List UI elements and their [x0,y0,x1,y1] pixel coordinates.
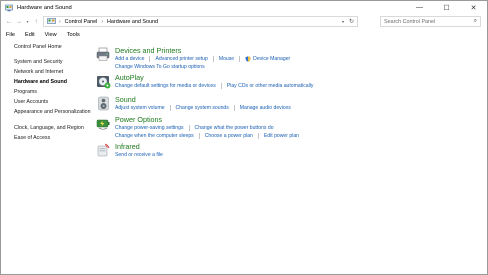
category-title-autoplay[interactable]: AutoPlay [115,73,144,82]
power-options-icon [96,119,110,130]
chevron-down-icon: ▾ [26,19,29,24]
printer-icon [96,47,110,61]
sidebar-item-network-and-internet[interactable]: Network and Internet [14,69,92,79]
link-choose-a-power-plan[interactable]: Choose a power plan [205,133,253,139]
recent-locations-button[interactable]: ▾ [24,16,31,27]
menu-edit[interactable]: Edit [25,32,35,38]
link-manage-audio-devices[interactable]: Manage audio devices [240,105,291,111]
category-title-infrared[interactable]: Infrared [115,142,140,151]
link-divider [233,105,235,111]
maximize-icon: ☐ [443,4,450,12]
category-title-power-options[interactable]: Power Options [115,115,162,124]
sidebar-item-hardware-and-sound: Hardware and Sound [14,79,67,85]
category-title-sound[interactable]: Sound [115,95,136,104]
forward-button[interactable]: → [14,16,24,27]
minimize-icon: — [416,4,423,11]
address-bar[interactable]: › Control Panel › Hardware and Sound ▾ ↻ [43,16,358,27]
link-change-windows-to-go-startup-options[interactable]: Change Windows To Go startup options [115,64,205,70]
address-row: ← → ▾ ↑ › Control Panel › Hardware and S… [1,15,487,28]
control-panel-icon [5,4,13,11]
link-divider [188,125,190,131]
link-send-or-receive-a-file[interactable]: Send or receive a file [115,152,163,158]
breadcrumb-separator-icon: › [101,18,104,25]
link-device-manager[interactable]: Device Manager [253,56,290,62]
up-arrow-icon: ↑ [34,18,38,25]
sidebar-item-control-panel-home[interactable]: Control Panel Home [14,44,62,50]
up-button[interactable]: ↑ [31,16,41,27]
link-divider [149,56,151,62]
link-divider [239,56,241,62]
menu-tools[interactable]: Tools [67,32,80,38]
refresh-icon[interactable]: ↻ [349,18,354,25]
breadcrumb-control-panel[interactable]: Control Panel [65,19,98,25]
sidebar-item-programs[interactable]: Programs [14,89,92,99]
speaker-icon [98,96,109,111]
breadcrumb-separator-icon: › [59,18,61,25]
window-title: Hardware and Sound [17,4,72,11]
link-divider [220,83,222,89]
search-icon[interactable]: ⌕ [474,18,477,25]
title-bar: Hardware and Sound — ☐ ✕ [1,1,487,14]
link-divider [257,133,259,139]
close-icon: ✕ [470,4,477,12]
control-panel-icon [47,18,56,24]
sidebar-item-ease-of-access[interactable]: Ease of Access [14,135,92,145]
link-adjust-system-volume[interactable]: Adjust system volume [115,105,165,111]
search-box[interactable]: Search Control Panel ⌕ [380,16,481,27]
link-divider [212,56,214,62]
back-arrow-icon: ← [6,18,12,25]
sidebar-item-system-and-security[interactable]: System and Security [14,59,92,69]
uac-shield-icon [245,56,251,62]
menu-view[interactable]: View [45,32,57,38]
menu-bar: File Edit View Tools [1,30,85,39]
link-divider [169,105,171,111]
close-button[interactable]: ✕ [460,1,487,14]
control-panel-window: Hardware and Sound — ☐ ✕ ← → ▾ ↑ › Contr… [0,0,488,275]
link-divider [198,133,200,139]
minimize-button[interactable]: — [406,1,433,14]
link-change-system-sounds[interactable]: Change system sounds [176,105,229,111]
sidebar-item-clock-language-region[interactable]: Clock, Language, and Region [14,125,92,135]
menu-file[interactable]: File [6,32,15,38]
category-title-devices-and-printers[interactable]: Devices and Printers [115,46,181,55]
link-edit-power-plan[interactable]: Edit power plan [264,133,299,139]
infrared-icon [97,143,110,157]
sidebar-item-appearance-and-personalization[interactable]: Appearance and Personalization [14,109,92,125]
address-dropdown-icon[interactable]: ▾ [342,19,344,24]
back-button[interactable]: ← [4,16,14,27]
link-mouse[interactable]: Mouse [219,56,234,62]
sidebar-item-user-accounts[interactable]: User Accounts [14,99,92,109]
link-change-power-buttons[interactable]: Change what the power buttons do [195,125,274,131]
link-play-cds-automatically[interactable]: Play CDs or other media automatically [227,83,314,89]
link-change-power-saving-settings[interactable]: Change power-saving settings [115,125,184,131]
search-input[interactable]: Search Control Panel [384,19,435,25]
breadcrumb-hardware-and-sound[interactable]: Hardware and Sound [107,19,158,25]
forward-arrow-icon: → [16,18,22,25]
link-add-a-device[interactable]: Add a device [115,56,144,62]
maximize-button[interactable]: ☐ [433,1,460,14]
link-change-default-settings-for-media[interactable]: Change default settings for media or dev… [115,83,216,89]
autoplay-icon [97,76,111,89]
link-advanced-printer-setup[interactable]: Advanced printer setup [155,56,207,62]
link-change-when-computer-sleeps[interactable]: Change when the computer sleeps [115,133,194,139]
